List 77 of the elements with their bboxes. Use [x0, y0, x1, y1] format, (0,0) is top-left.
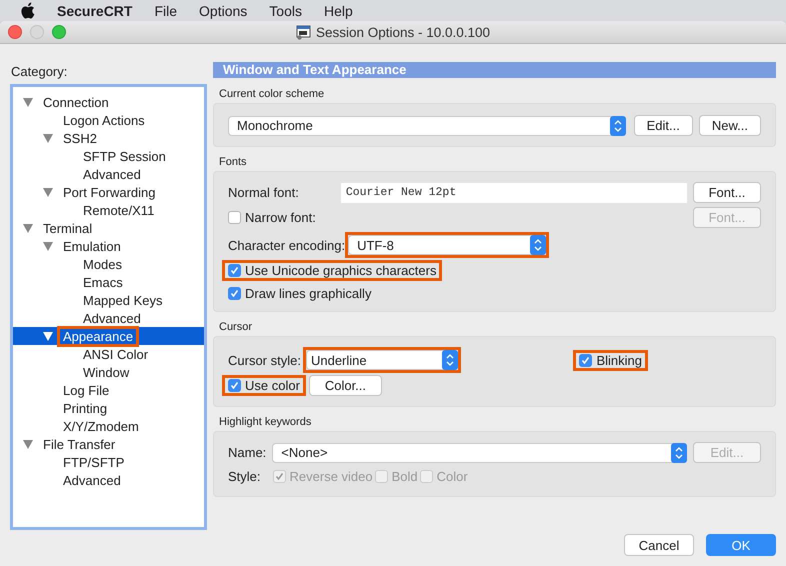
checkbox-label: Color	[436, 469, 468, 484]
field-label: Name:	[228, 445, 266, 460]
tree-item-label[interactable]: File Transfer	[43, 436, 116, 452]
tree-item-label[interactable]: Connection	[43, 94, 109, 110]
expanded-triangle-icon[interactable]	[43, 188, 53, 196]
dropdown[interactable]: <None>	[272, 442, 687, 462]
terminal-window-icon	[296, 24, 311, 40]
tree-item-label[interactable]: Advanced	[83, 310, 141, 326]
tree-item-label[interactable]: Log File	[63, 382, 110, 398]
menu-item[interactable]: File	[154, 2, 178, 18]
dropdown[interactable]: UTF-8	[348, 235, 546, 255]
tree-item-label[interactable]: Advanced	[83, 166, 141, 182]
stepper-icon	[530, 235, 546, 255]
menu-item[interactable]: Options	[199, 2, 248, 18]
font-button[interactable]: Font...	[693, 182, 761, 203]
menu-item[interactable]: Help	[324, 2, 353, 18]
category-label: Category:	[11, 64, 68, 79]
stepper-icon	[671, 442, 687, 462]
tree-item-label[interactable]: Remote/X11	[83, 202, 154, 218]
expanded-triangle-icon[interactable]	[23, 98, 33, 106]
zoom-button[interactable]	[52, 25, 66, 39]
tree-item-label[interactable]: Emacs	[83, 274, 123, 290]
cancel-button[interactable]: Cancel	[624, 534, 694, 556]
expanded-triangle-icon[interactable]	[43, 242, 53, 250]
checkbox-label: Narrow font:	[245, 210, 316, 225]
tree-item-label[interactable]: Port Forwarding	[63, 184, 156, 200]
menu-item[interactable]: Tools	[269, 2, 302, 18]
expanded-triangle-icon[interactable]	[23, 440, 33, 448]
tree-item-label[interactable]: Advanced	[63, 472, 121, 488]
checkbox-label: Use Unicode graphics characters	[245, 263, 436, 278]
checkbox-label: Draw lines graphically	[245, 286, 372, 301]
checkbox[interactable]	[228, 287, 241, 300]
tree-item-label[interactable]: Logon Actions	[63, 112, 145, 128]
checkbox[interactable]	[228, 379, 241, 392]
section-title: Cursor	[219, 321, 254, 333]
category-tree[interactable]	[10, 84, 207, 530]
field-label: Style:	[228, 469, 261, 484]
expanded-triangle-icon[interactable]	[43, 134, 53, 142]
checkbox[interactable]	[228, 264, 241, 277]
tree-item-label[interactable]: FTP/SFTP	[63, 454, 124, 470]
checkbox[interactable]	[228, 211, 241, 224]
stepper-icon	[610, 116, 626, 136]
checkbox-label: Bold	[392, 469, 418, 484]
dropdown[interactable]: Monochrome	[228, 116, 626, 136]
tree-item-label[interactable]: Emulation	[63, 238, 121, 254]
section-title: Fonts	[219, 156, 248, 168]
expanded-triangle-icon[interactable]	[43, 332, 53, 340]
checkbox-label: Reverse video	[290, 469, 373, 484]
apple-logo-icon[interactable]	[20, 2, 35, 19]
stepper-icon	[442, 350, 458, 370]
tree-item-label[interactable]: X/Y/Zmodem	[63, 418, 139, 434]
color-button[interactable]: Color...	[308, 375, 382, 396]
window-title: Session Options - 10.0.0.100	[316, 24, 490, 40]
tree-item-label[interactable]: Mapped Keys	[83, 292, 162, 308]
checkbox-label: Blinking	[596, 352, 642, 368]
dialog-button[interactable]: Edit...	[634, 115, 693, 136]
font-field[interactable]: Courier New 12pt	[340, 182, 687, 202]
checkbox[interactable]	[579, 354, 592, 366]
section-title: Highlight keywords	[219, 416, 312, 428]
tree-item-label[interactable]: ANSI Color	[83, 346, 148, 362]
dialog-button[interactable]: New...	[698, 115, 761, 136]
page-heading: Window and Text Appearance	[213, 62, 776, 78]
tree-item-label[interactable]: SFTP Session	[83, 148, 166, 164]
field-label: Cursor style:	[228, 352, 301, 368]
field-label: Character encoding:	[228, 238, 346, 252]
tree-item-label[interactable]: Window	[83, 364, 130, 380]
tree-item-label[interactable]: Terminal	[43, 220, 92, 236]
section-title: Current color scheme	[219, 88, 326, 100]
tree-item-label[interactable]: Modes	[83, 256, 122, 272]
tree-item-label[interactable]: Printing	[63, 400, 108, 416]
dropdown[interactable]: Underline	[306, 350, 458, 370]
close-button[interactable]	[8, 25, 22, 39]
field-label: Normal font:	[228, 185, 299, 200]
tree-item-label[interactable]: SSH2	[63, 130, 97, 146]
app-menu[interactable]: SecureCRT	[57, 2, 132, 18]
expanded-triangle-icon[interactable]	[23, 224, 33, 232]
checkbox-label: Use color	[245, 378, 300, 393]
